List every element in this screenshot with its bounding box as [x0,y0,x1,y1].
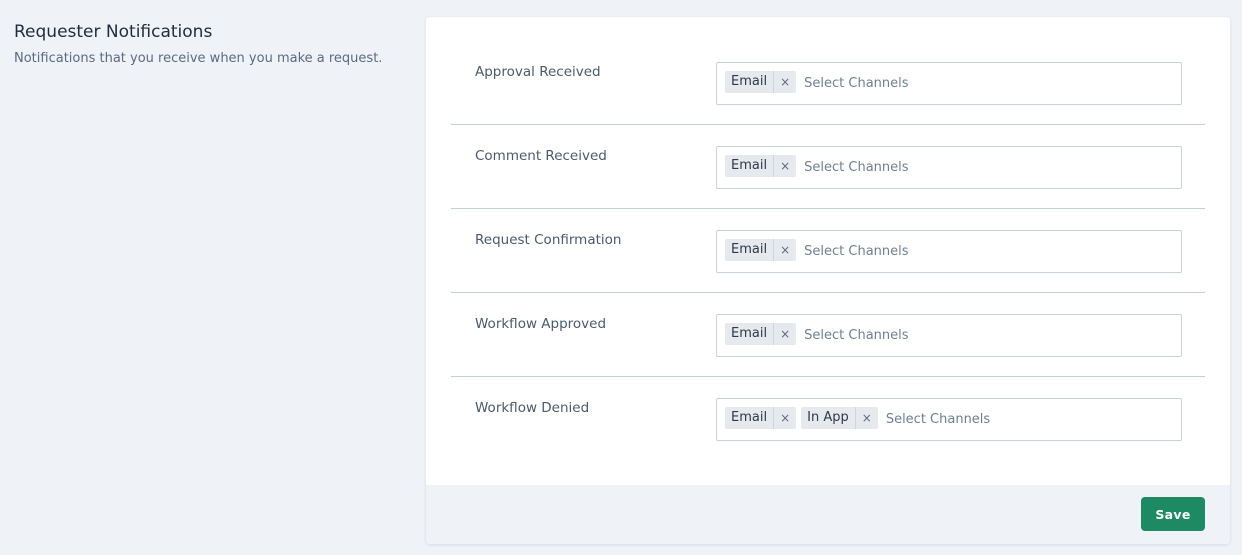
notification-row: Workflow Approved Email × Select Channel… [451,293,1205,377]
channel-select[interactable]: Email × Select Channels [716,146,1182,189]
channel-chip: Email × [725,322,797,345]
channel-select[interactable]: Email × In App × Select Channels [716,398,1182,441]
channel-chip-label: Email [731,325,768,341]
chip-remove-icon[interactable]: × [773,70,796,93]
channel-chip: In App × [801,406,878,429]
channel-chip-label: Email [731,73,768,89]
card-footer: Save [426,485,1230,544]
chip-remove-icon[interactable]: × [773,322,796,345]
save-button[interactable]: Save [1141,497,1205,531]
chip-remove-icon[interactable]: × [854,406,878,429]
select-placeholder[interactable]: Select Channels [886,412,990,427]
channel-chip-label: Email [731,409,768,425]
notification-rows: Approval Received Email × Select Channel… [451,41,1205,461]
notification-row: Request Confirmation Email × Select Chan… [451,209,1205,293]
notification-label: Workflow Denied [475,400,590,416]
chip-remove-icon[interactable]: × [773,154,796,177]
section-description: Notifications that you receive when you … [14,51,383,66]
notification-row: Comment Received Email × Select Channels [451,125,1205,209]
chip-remove-icon[interactable]: × [773,406,796,429]
channel-chip-label: Email [731,157,768,173]
notifications-card: Approval Received Email × Select Channel… [426,17,1230,544]
section-header: Requester Notifications Notifications th… [14,20,404,69]
channel-select[interactable]: Email × Select Channels [716,314,1182,357]
channel-chip: Email × [725,154,797,177]
chip-remove-icon[interactable]: × [773,238,796,261]
notification-label: Workflow Approved [475,316,607,332]
notification-label: Request Confirmation [475,232,622,248]
select-placeholder[interactable]: Select Channels [804,160,908,175]
select-placeholder[interactable]: Select Channels [804,76,908,91]
notification-row: Approval Received Email × Select Channel… [451,41,1205,125]
channel-chip-label: In App [807,409,849,425]
section-title: Requester Notifications [14,22,213,42]
notification-label: Comment Received [475,148,607,164]
channel-chip: Email × [725,406,797,429]
select-placeholder[interactable]: Select Channels [804,328,908,343]
notification-row: Workflow Denied Email × In App × Select … [451,377,1205,461]
channel-chip: Email × [725,70,797,93]
notification-label: Approval Received [475,64,601,80]
channel-chip: Email × [725,238,797,261]
channel-select[interactable]: Email × Select Channels [716,62,1182,105]
select-placeholder[interactable]: Select Channels [804,244,908,259]
channel-chip-label: Email [731,241,768,257]
channel-select[interactable]: Email × Select Channels [716,230,1182,273]
